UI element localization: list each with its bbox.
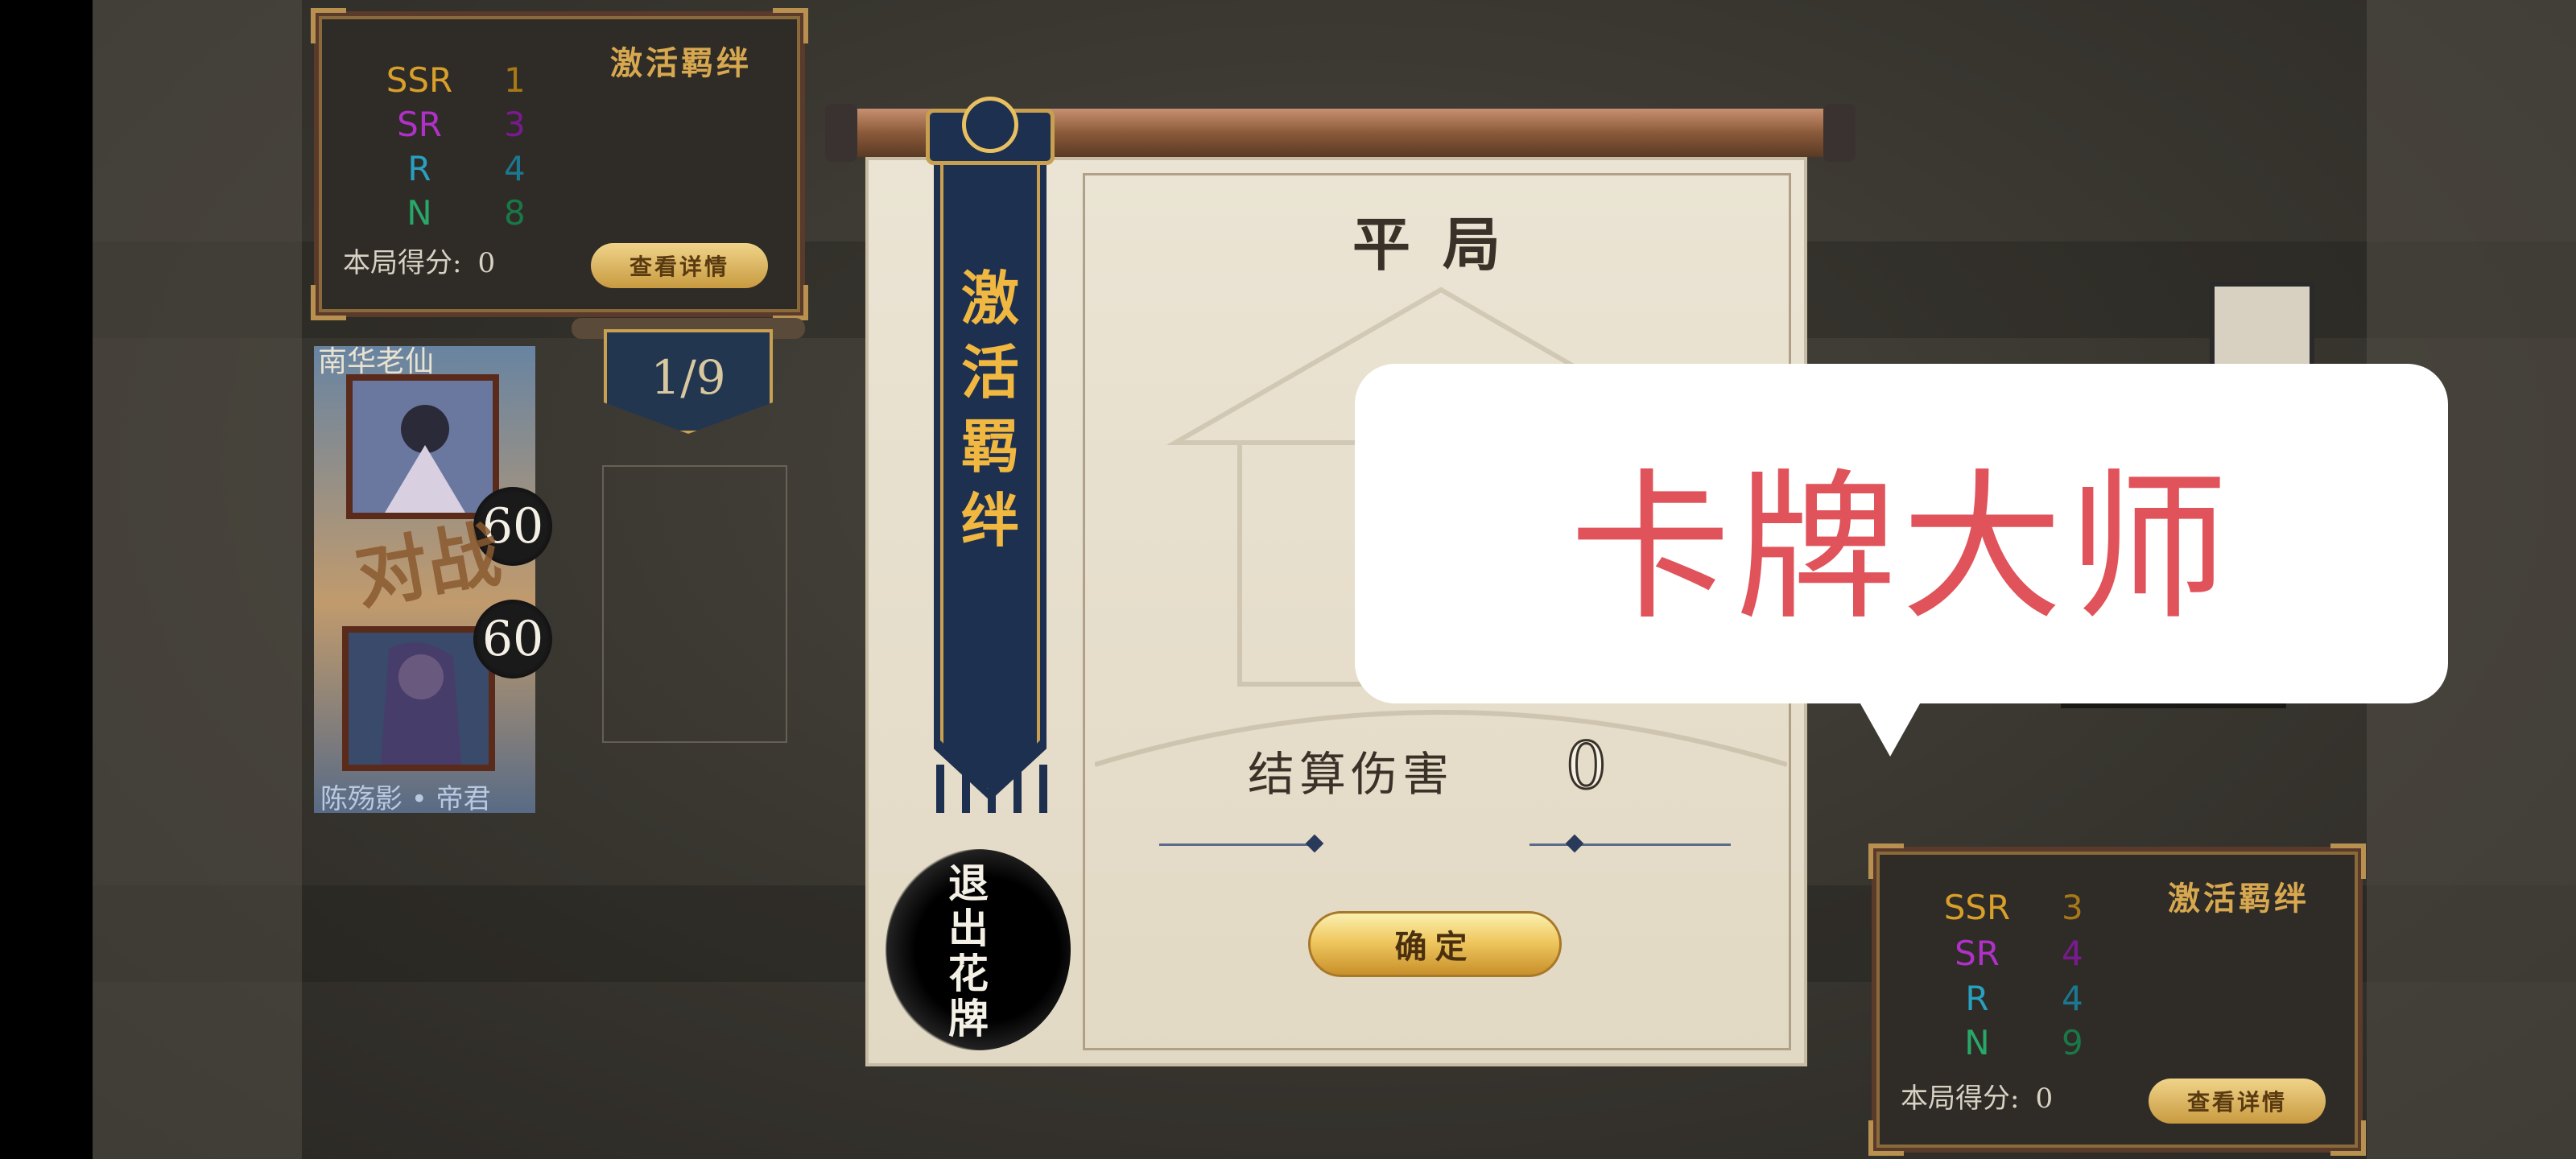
game-screen: 激活羁绊 SSR 1 SR 3 R 4 N 8 本局得分: 0 查看详情 南华老仙 <box>0 0 2576 1159</box>
rarity-row-n: N 8 <box>407 193 526 233</box>
rarity-row-ssr: SSR 3 <box>1943 888 2083 927</box>
divider <box>1159 843 1320 846</box>
player-hp-badge: 60 <box>473 600 552 678</box>
player-name: 陈殇影 • 帝君 <box>320 783 491 815</box>
rarity-row-ssr: SSR 1 <box>386 60 526 100</box>
round-score: 本局得分: 0 <box>343 247 496 279</box>
brand-overlay-text: 卡牌大师 <box>1569 455 2233 642</box>
bond-title: 激活羁绊 <box>2168 880 2310 918</box>
bond-title: 激活羁绊 <box>610 44 752 82</box>
confirm-button[interactable]: 确定 <box>1308 911 1562 977</box>
emblem-icon <box>962 97 1018 153</box>
damage-label: 结算伤害 <box>1248 747 1455 802</box>
rarity-row-sr: SR 4 <box>1955 934 2083 973</box>
rarity-row-r: R 4 <box>1965 979 2083 1018</box>
divider <box>1530 843 1731 846</box>
round-indicator: 1/9 <box>572 318 805 447</box>
player-portrait[interactable] <box>342 626 495 771</box>
damage-value: 0 <box>1565 728 1608 805</box>
opponent-portrait-art <box>353 381 493 513</box>
player-score-box: 激活羁绊 SSR 3 SR 4 R 4 N 9 本局得分: 0 查看详情 <box>1868 843 2366 1156</box>
banner-tassels <box>927 765 1056 813</box>
card-slot <box>602 465 787 743</box>
round-score: 本局得分: 0 <box>1901 1083 2054 1115</box>
opponent-score-box: 激活羁绊 SSR 1 SR 3 R 4 N 8 本局得分: 0 查看详情 <box>311 8 808 320</box>
player-portrait-art <box>349 633 489 765</box>
result-title: 平局 <box>1352 210 1534 278</box>
round-counter: 1/9 <box>650 350 726 405</box>
bond-banner: 激 活 羁 绊 <box>910 97 1071 801</box>
rarity-row-r: R 4 <box>407 149 526 188</box>
rarity-row-sr: SR 3 <box>397 105 526 144</box>
view-details-button[interactable]: 查看详情 <box>591 243 768 288</box>
letterbox <box>0 0 93 1159</box>
left-side-panel <box>93 0 302 1159</box>
view-details-button[interactable]: 查看详情 <box>2149 1079 2326 1124</box>
exit-game-label[interactable]: 退 出 花 牌 <box>948 861 989 1041</box>
rarity-row-n: N 9 <box>1964 1023 2083 1062</box>
bond-banner-text: 激 活 羁 绊 <box>960 264 1019 555</box>
